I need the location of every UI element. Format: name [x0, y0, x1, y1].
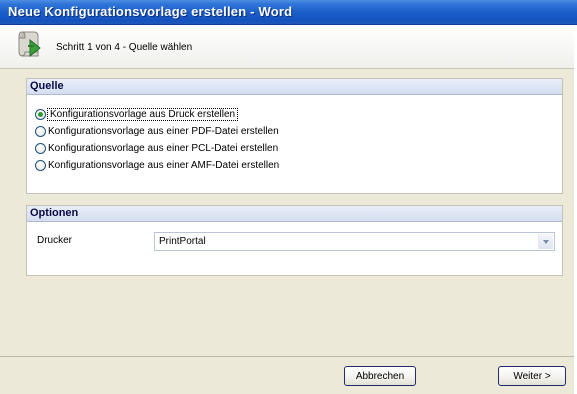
printer-label: Drucker: [37, 235, 73, 246]
radio-label-pcl: Konfigurationsvorlage aus einer PCL-Date…: [48, 143, 279, 154]
options-group: Optionen Drucker PrintPortal: [26, 205, 563, 276]
radio-button[interactable]: [35, 126, 46, 137]
cancel-button[interactable]: Abbrechen: [344, 366, 416, 386]
wizard-window: Neue Konfigurationsvorlage erstellen - W…: [0, 0, 577, 394]
wizard-header: Schritt 1 von 4 - Quelle wählen: [0, 25, 577, 69]
printer-select-value: PrintPortal: [159, 236, 206, 247]
radio-button[interactable]: [35, 143, 46, 154]
title-bar[interactable]: Neue Konfigurationsvorlage erstellen - W…: [0, 0, 577, 25]
radio-option-print[interactable]: Konfigurationsvorlage aus Druck erstelle…: [35, 107, 239, 122]
step-indicator: Schritt 1 von 4 - Quelle wählen: [56, 42, 193, 53]
radio-button[interactable]: [35, 160, 46, 171]
options-group-title: Optionen: [27, 206, 562, 222]
radio-option-amf[interactable]: Konfigurationsvorlage aus einer AMF-Date…: [35, 158, 279, 173]
footer-divider: [0, 356, 577, 357]
wizard-scroll-arrow-icon: [18, 31, 41, 58]
radio-button-selected[interactable]: [35, 109, 46, 120]
next-button[interactable]: Weiter >: [498, 366, 566, 386]
radio-option-pdf[interactable]: Konfigurationsvorlage aus einer PDF-Date…: [35, 124, 279, 139]
radio-label-pdf: Konfigurationsvorlage aus einer PDF-Date…: [48, 126, 279, 137]
radio-label-print: Konfigurationsvorlage aus Druck erstelle…: [46, 108, 239, 121]
chevron-down-icon[interactable]: [538, 234, 553, 249]
source-group-title: Quelle: [27, 79, 562, 95]
window-title: Neue Konfigurationsvorlage erstellen - W…: [8, 4, 293, 19]
source-group: Quelle Konfigurationsvorlage aus Druck e…: [26, 78, 563, 194]
radio-option-pcl[interactable]: Konfigurationsvorlage aus einer PCL-Date…: [35, 141, 278, 156]
printer-select[interactable]: PrintPortal: [154, 232, 555, 251]
radio-label-amf: Konfigurationsvorlage aus einer AMF-Date…: [48, 160, 280, 171]
